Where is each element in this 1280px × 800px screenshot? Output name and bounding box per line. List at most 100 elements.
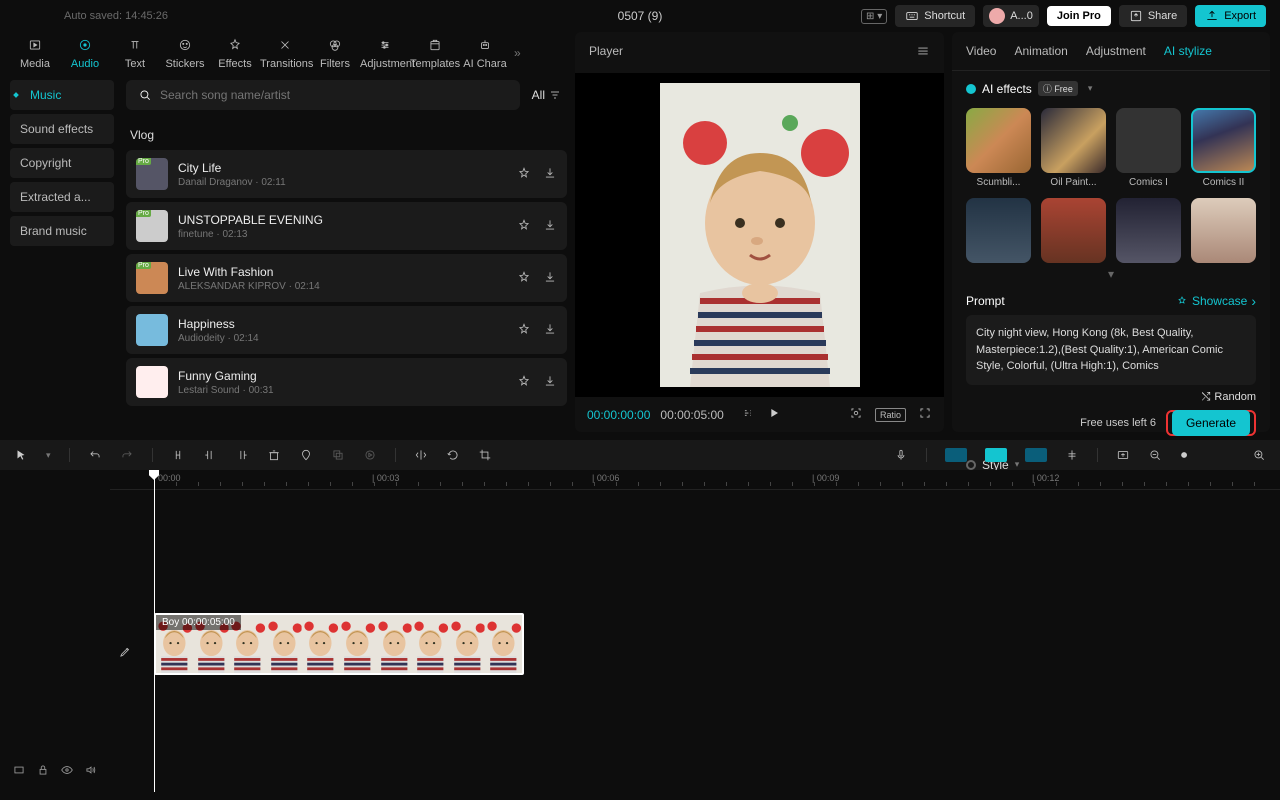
chevron-down-icon[interactable]: ▾ [1088,83,1093,94]
tab-adjustment[interactable]: Adjustment [360,36,410,70]
collapse-icon[interactable] [12,763,26,780]
rotate-icon[interactable] [446,448,460,462]
player-menu-icon[interactable] [916,44,930,61]
download-icon[interactable] [543,270,557,287]
style-extra-4[interactable] [1191,198,1256,263]
circlecut-icon[interactable] [363,448,377,462]
song-row[interactable]: City Life Danail Draganov · 02:11 [126,150,567,198]
tab-media[interactable]: Media [10,36,60,70]
scan-icon[interactable] [849,406,863,423]
style-toggle[interactable] [966,460,976,470]
undo-icon[interactable] [88,448,102,462]
ai-effects-toggle[interactable] [966,84,976,94]
cat-brand-music[interactable]: Brand music [10,216,114,246]
download-icon[interactable] [543,322,557,339]
arrow-tool-dropdown[interactable]: ▾ [46,450,51,461]
volume-icon[interactable] [742,406,756,423]
tab-effects[interactable]: Effects [210,36,260,70]
tracks-area[interactable]: 00:00 | 00:03 | 00:06 | 00:09 | 00:12 Bo… [110,470,1280,792]
export-button[interactable]: Export [1195,5,1266,27]
lock-icon[interactable] [36,763,50,780]
filter-all[interactable]: All [532,88,561,102]
tab-audio[interactable]: Audio [60,36,110,70]
song-row[interactable]: Live With Fashion ALEKSANDAR KIPROV · 02… [126,254,567,302]
zoom-slider-icon[interactable] [1180,448,1194,462]
mic-icon[interactable] [894,448,908,462]
arrow-tool-icon[interactable] [14,448,28,462]
prop-tab-adjustment[interactable]: Adjustment [1086,44,1146,58]
snap-1-icon[interactable] [945,448,967,462]
download-icon[interactable] [543,166,557,183]
zoom-out-icon[interactable] [1148,448,1162,462]
redo-icon[interactable] [120,448,134,462]
user-chip[interactable]: A...0 [983,5,1039,27]
tab-templates[interactable]: Templates [410,36,460,70]
trim-left-icon[interactable] [203,448,217,462]
expand-styles-icon[interactable]: ▾ [966,267,1256,281]
ratio-button[interactable]: Ratio [875,408,906,422]
style-extra-3[interactable] [1116,198,1181,263]
generate-button[interactable]: Generate [1172,410,1250,436]
edit-track-icon[interactable] [118,645,132,662]
shortcut-button[interactable]: Shortcut [895,5,975,27]
mute-icon[interactable] [84,763,98,780]
align-icon[interactable] [1065,448,1079,462]
cat-sound-effects[interactable]: Sound effects [10,114,114,144]
favorite-icon[interactable] [517,322,531,339]
style-scumbling[interactable]: Scumbli... [966,108,1031,188]
song-meta: Audiodeity · 02:14 [178,333,507,344]
zoom-in-icon[interactable] [1252,448,1266,462]
tab-filters[interactable]: Filters [310,36,360,70]
style-extra-2[interactable] [1041,198,1106,263]
favorite-icon[interactable] [517,270,531,287]
delete-icon[interactable] [267,448,281,462]
split-icon[interactable] [171,448,185,462]
fullscreen-icon[interactable] [918,406,932,423]
tab-stickers[interactable]: Stickers [160,36,210,70]
filter-icon [549,89,561,101]
search-input[interactable] [160,88,508,102]
tabs-more-icon[interactable]: » [514,46,521,60]
layout-icon[interactable]: ⊞ ▾ [861,9,887,24]
snap-3-icon[interactable] [1025,448,1047,462]
tab-transitions[interactable]: Transitions [260,36,310,70]
style-comics-ii[interactable]: Comics II [1191,108,1256,188]
cat-copyright[interactable]: Copyright [10,148,114,178]
favorite-icon[interactable] [517,218,531,235]
download-icon[interactable] [543,218,557,235]
copy-icon[interactable] [331,448,345,462]
video-clip[interactable]: Boy 00:00:05:00 [154,613,524,675]
trim-right-icon[interactable] [235,448,249,462]
snap-2-icon[interactable] [985,448,1007,462]
search-box[interactable] [126,80,520,110]
cat-extracted-audio[interactable]: Extracted a... [10,182,114,212]
favorite-icon[interactable] [517,166,531,183]
cat-music[interactable]: Music [10,80,114,110]
mirror-icon[interactable] [414,448,428,462]
showcase-button[interactable]: Showcase › [1176,293,1256,309]
style-oil-paint[interactable]: Oil Paint... [1041,108,1106,188]
style-extra-1[interactable] [966,198,1031,263]
favorite-icon[interactable] [517,374,531,391]
tab-text[interactable]: Text [110,36,160,70]
play-button[interactable] [766,405,782,424]
tab-ai-chara[interactable]: AI Chara [460,36,510,70]
style-comics-i[interactable]: Comics I [1116,108,1181,188]
random-button[interactable]: ⤭Random [966,391,1256,404]
export-frame-icon[interactable] [1116,448,1130,462]
video-preview[interactable] [660,83,860,387]
join-pro-button[interactable]: Join Pro [1047,6,1111,26]
time-ruler[interactable]: 00:00 | 00:03 | 00:06 | 00:09 | 00:12 [110,470,1280,490]
prop-tab-ai-stylize[interactable]: AI stylize [1164,44,1212,58]
song-row[interactable]: Funny Gaming Lestari Sound · 00:31 [126,358,567,406]
prompt-textarea[interactable]: City night view, Hong Kong (8k, Best Qua… [966,315,1256,385]
eye-icon[interactable] [60,763,74,780]
mark-icon[interactable] [299,448,313,462]
crop-icon[interactable] [478,448,492,462]
prop-tab-animation[interactable]: Animation [1014,44,1067,58]
prop-tab-video[interactable]: Video [966,44,996,58]
download-icon[interactable] [543,374,557,391]
share-button[interactable]: Share [1119,5,1187,27]
song-row[interactable]: Happiness Audiodeity · 02:14 [126,306,567,354]
song-row[interactable]: UNSTOPPABLE EVENING finetune · 02:13 [126,202,567,250]
